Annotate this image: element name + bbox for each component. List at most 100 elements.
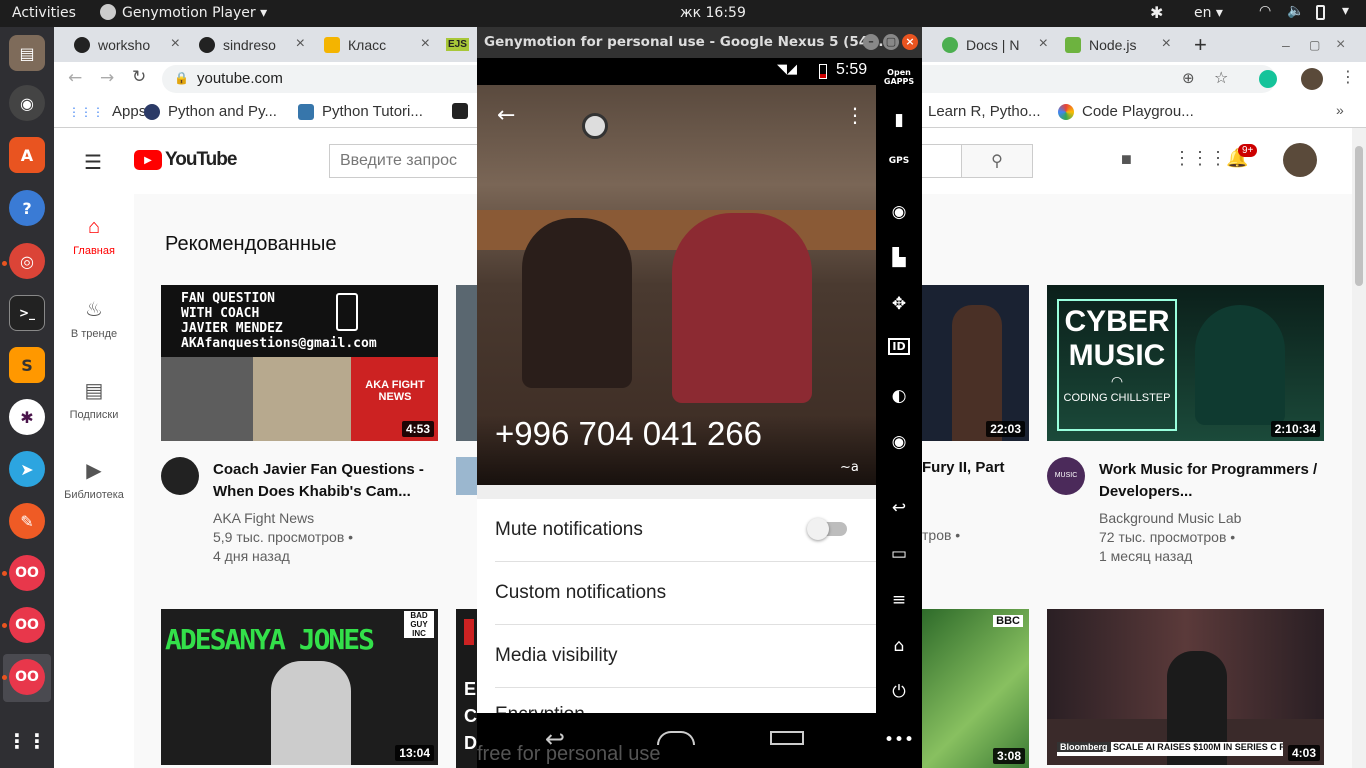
new-tab-button[interactable]: +	[1194, 27, 1207, 62]
overflow-menu-icon[interactable]: ⋮	[845, 103, 865, 127]
maximize-icon[interactable]: ▢	[883, 34, 899, 50]
bookmark-star-icon[interactable]: ☆	[1214, 68, 1228, 87]
reload-icon[interactable]: ↻	[132, 67, 146, 87]
channel-name[interactable]: AKA Fight News	[213, 509, 433, 528]
apps-grid-icon[interactable]: ⋮⋮⋮	[1173, 148, 1227, 169]
video-thumbnail-partial[interactable]: 22:03	[922, 285, 1029, 441]
video-thumbnail[interactable]: CYBER MUSIC ◠ CODING CHILLSTEP 2:10:34	[1047, 285, 1324, 441]
nav-recents-icon[interactable]	[770, 731, 804, 745]
close-tab-icon[interactable]: ×	[421, 35, 430, 53]
postman-icon[interactable]: ✎	[9, 503, 45, 539]
back-button-icon[interactable]: ↩	[876, 498, 922, 518]
bookmark-python-tutorial[interactable]: Python Tutori...	[298, 103, 423, 120]
bookmark-code-playground[interactable]: Code Playgrou...	[1058, 103, 1194, 120]
grammarly-icon[interactable]	[1259, 70, 1277, 88]
terminal-icon[interactable]: >_	[9, 295, 45, 331]
tab-ejs[interactable]: EJS	[446, 27, 476, 62]
search-button[interactable]: ⚲	[961, 144, 1033, 178]
genymotion-player-icon[interactable]: OO	[9, 659, 45, 695]
video-card[interactable]: Bloomberg SCALE AI RAISES $100M IN SERIE…	[1047, 609, 1324, 768]
close-icon[interactable]: ×	[902, 34, 918, 50]
show-applications-icon[interactable]: ⋮⋮	[7, 723, 47, 759]
minimize-icon[interactable]: –	[863, 34, 879, 50]
close-tab-icon[interactable]: ×	[1162, 35, 1171, 53]
battery-widget-icon[interactable]: ▮	[876, 110, 922, 130]
battery-icon[interactable]	[1316, 5, 1325, 20]
channel-avatar-partial[interactable]	[456, 457, 477, 495]
genymotion-icon[interactable]: OO	[9, 607, 45, 643]
system-menu-icon[interactable]: ▾	[1342, 3, 1349, 19]
activities-button[interactable]: Activities	[12, 5, 76, 21]
close-tab-icon[interactable]: ×	[1039, 35, 1048, 53]
contact-photo[interactable]: ← ⋮ +996 704 041 266 ~a	[477, 85, 876, 485]
tab-workshop[interactable]: worksho ×	[74, 27, 186, 62]
genymotion-icon[interactable]: OO	[9, 555, 45, 591]
sidebar-item-home[interactable]: ⌂ Главная	[54, 216, 134, 257]
zoom-icon[interactable]: ⊕	[1182, 69, 1195, 87]
bookmark-apps[interactable]: ⋮⋮⋮ Apps	[68, 103, 146, 120]
slack-icon[interactable]: ✱	[9, 399, 45, 435]
page-scrollbar[interactable]	[1352, 128, 1366, 768]
mute-notifications-row[interactable]: Mute notifications	[495, 499, 876, 562]
video-thumbnail[interactable]: ADESANYA JONES BAD GUY INC 13:04	[161, 609, 438, 765]
bookmark-e[interactable]	[452, 103, 476, 119]
bookmark-learn-r[interactable]: Learn R, Pytho...	[928, 103, 1041, 120]
language-indicator[interactable]: en ▾	[1194, 5, 1223, 21]
video-title[interactable]: Coach Javier Fan Questions - When Does K…	[213, 459, 433, 503]
profile-avatar[interactable]	[1301, 68, 1323, 90]
video-thumbnail[interactable]: FAN QUESTION WITH COACH JAVIER MENDEZ AK…	[161, 285, 438, 441]
forward-icon[interactable]: →	[100, 68, 114, 88]
video-card[interactable]: FAN QUESTION WITH COACH JAVIER MENDEZ AK…	[161, 285, 438, 565]
account-avatar[interactable]	[1283, 143, 1317, 177]
video-thumbnail-partial[interactable]: BBC 3:08	[922, 609, 1029, 768]
sidebar-item-subscriptions[interactable]: ▤ Подписки	[54, 378, 134, 421]
scrollbar-thumb[interactable]	[1355, 146, 1363, 286]
remote-control-icon[interactable]: ✥	[876, 294, 922, 314]
identifiers-widget-icon[interactable]: ID	[876, 338, 922, 355]
webcam-widget-icon[interactable]: ◉	[876, 202, 922, 222]
video-thumbnail-partial[interactable]: E C D	[456, 609, 477, 768]
sublime-text-icon[interactable]: S	[9, 347, 45, 383]
hamburger-menu-icon[interactable]: ☰	[84, 150, 102, 175]
clock[interactable]: жк 16:59	[680, 5, 746, 21]
close-tab-icon[interactable]: ×	[296, 35, 305, 53]
more-options-icon[interactable]: •••	[876, 730, 922, 750]
tab-sindreso[interactable]: sindreso ×	[199, 27, 311, 62]
chrome-menu-icon[interactable]: ⋮	[1340, 67, 1356, 86]
media-visibility-row[interactable]: Media visibility	[495, 625, 876, 688]
tab-klass[interactable]: Класс ×	[324, 27, 436, 62]
tab-nodejs[interactable]: Node.js ×	[1065, 27, 1177, 62]
sidebar-item-trending[interactable]: ♨ В тренде	[54, 297, 134, 340]
channel-avatar[interactable]	[161, 457, 199, 495]
close-window-icon[interactable]: ×	[1336, 27, 1345, 62]
back-icon[interactable]: ←	[68, 68, 82, 88]
video-thumbnail-partial[interactable]	[456, 285, 477, 441]
close-tab-icon[interactable]: ×	[171, 35, 180, 53]
network-widget-icon[interactable]: ◐	[876, 386, 922, 406]
power-button-icon[interactable]: ⏻	[876, 682, 922, 702]
nav-home-icon[interactable]	[657, 731, 695, 745]
channel-avatar[interactable]: MUSIC	[1047, 457, 1085, 495]
sidebar-item-library[interactable]: ▶ Библиотека	[54, 458, 134, 501]
rss-widget-icon[interactable]: ◉	[876, 432, 922, 452]
rhythmbox-icon[interactable]: ◉	[9, 85, 45, 121]
telegram-icon[interactable]: ➤	[9, 451, 45, 487]
back-arrow-icon[interactable]: ←	[497, 103, 515, 128]
mute-toggle-thumb[interactable]	[807, 518, 829, 540]
volume-icon[interactable]: 🔈	[1287, 3, 1304, 19]
tab-docs[interactable]: Docs | N ×	[942, 27, 1054, 62]
open-gapps-button[interactable]: Open GAPPS	[879, 68, 919, 86]
app-menu[interactable]: Genymotion Player ▾	[122, 5, 267, 21]
custom-notifications-row[interactable]: Custom notifications	[495, 562, 876, 625]
bookmark-python-and-py[interactable]: Python and Py...	[144, 103, 277, 120]
software-center-icon[interactable]: A	[9, 137, 45, 173]
youtube-logo[interactable]: ▶ YouTube	[134, 149, 237, 171]
screencast-widget-icon[interactable]: ▙	[876, 248, 922, 268]
genymotion-titlebar[interactable]: Genymotion for personal use - Google Nex…	[477, 27, 922, 58]
wifi-icon[interactable]: ◠	[1259, 3, 1271, 19]
home-button-icon[interactable]: ⌂	[876, 636, 922, 656]
help-icon[interactable]: ?	[9, 190, 45, 226]
chrome-icon[interactable]: ◎	[9, 243, 45, 279]
files-icon[interactable]: ▤	[9, 35, 45, 71]
more-bookmarks-icon[interactable]: »	[1336, 102, 1344, 118]
